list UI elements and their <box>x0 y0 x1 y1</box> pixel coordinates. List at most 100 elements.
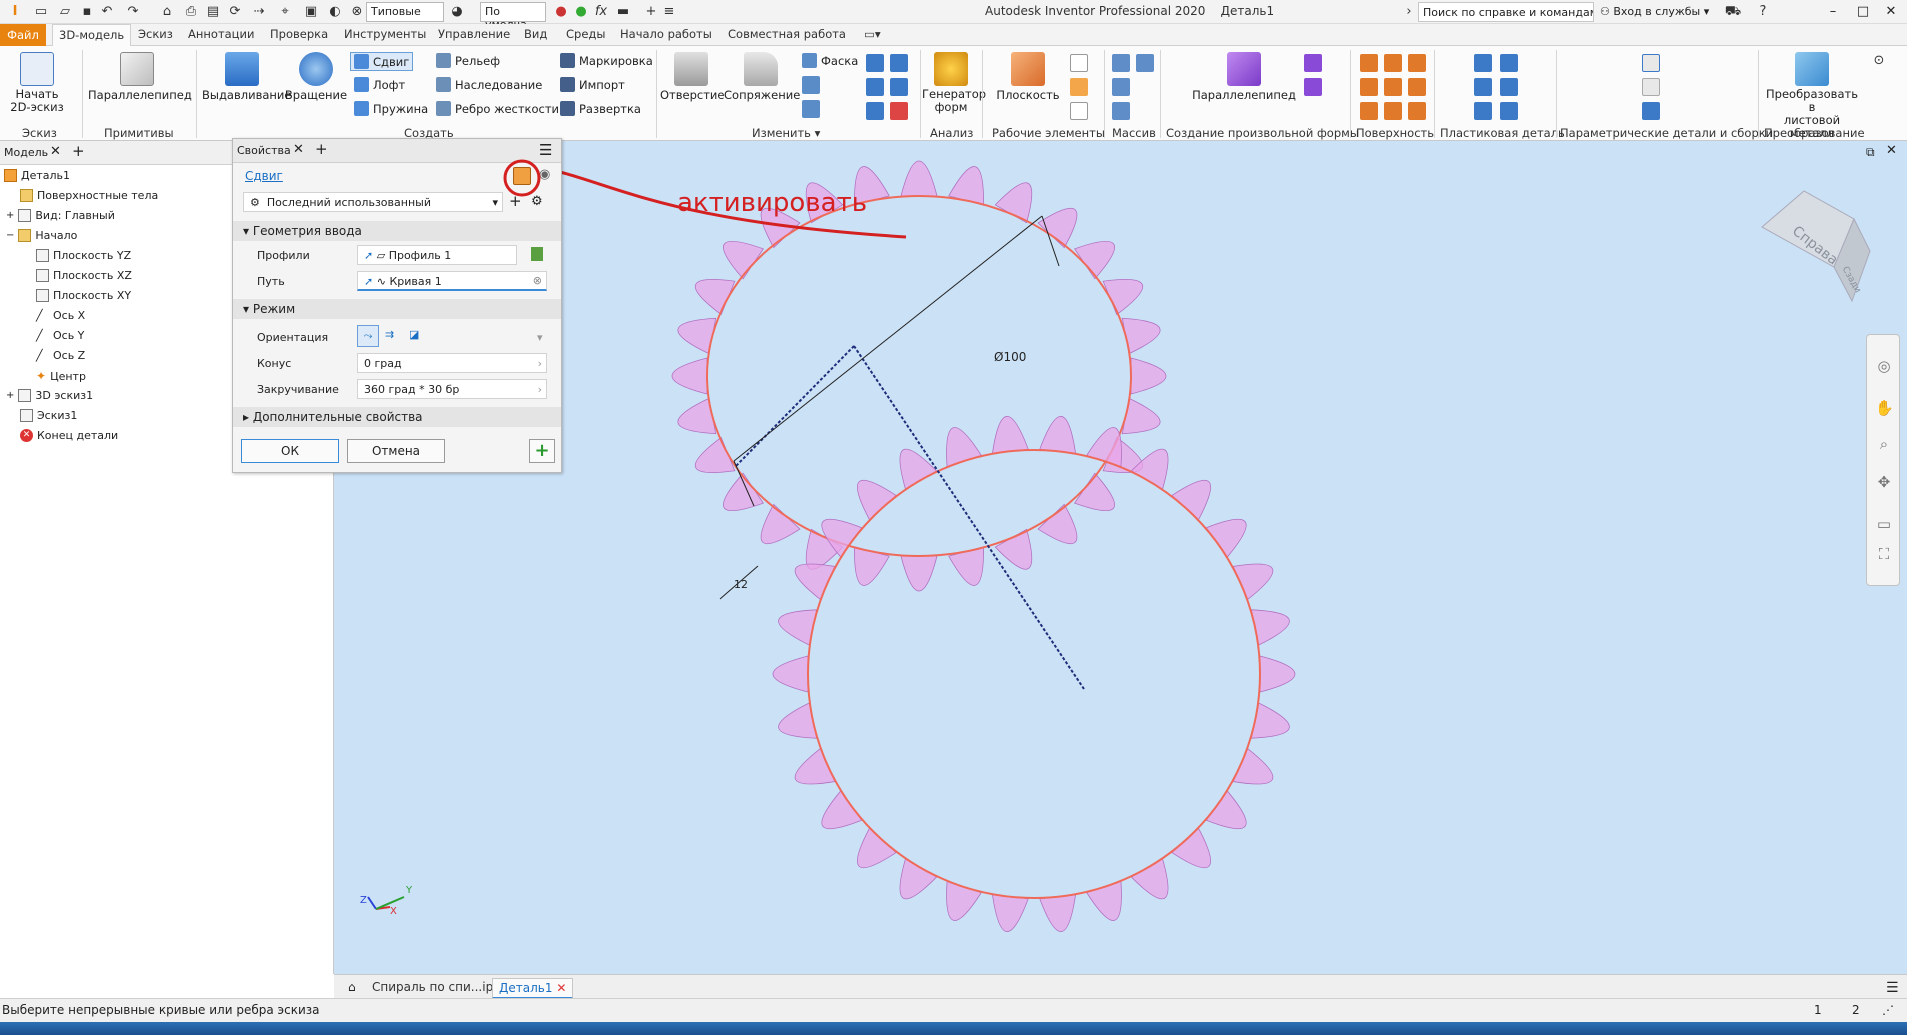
apply-plus-button[interactable]: + <box>529 439 555 463</box>
cart-icon[interactable]: ⛟ <box>1724 3 1742 21</box>
tab-model[interactable]: Модель <box>4 146 48 159</box>
tree-item-origin[interactable]: − Начало <box>6 229 77 242</box>
appearance-icon[interactable]: ◐ <box>326 3 344 21</box>
update-icon[interactable]: ⟳ <box>226 3 244 21</box>
sculpt-icon[interactable] <box>1384 54 1402 72</box>
ribbon-options-icon[interactable]: ▭▾ <box>864 27 881 41</box>
trim-icon[interactable] <box>1360 78 1378 96</box>
save-icon[interactable]: ▪ <box>78 3 96 21</box>
adjust-icon[interactable]: ● <box>552 3 570 21</box>
doc-tab-spiral[interactable]: Спираль по спи...ipt <box>366 978 504 996</box>
guide-orientation-icon[interactable]: ◪ <box>409 328 419 341</box>
fx-icon[interactable]: fx <box>592 3 610 21</box>
shell-icon[interactable] <box>802 76 820 94</box>
redo-icon[interactable]: ↷ <box>124 3 142 21</box>
boss-icon[interactable] <box>1500 54 1518 72</box>
close-viewport-icon[interactable]: ✕ <box>1886 143 1897 158</box>
rest-icon[interactable] <box>1474 78 1492 96</box>
boundary-patch-icon[interactable] <box>1360 102 1378 120</box>
thicken-icon[interactable] <box>866 102 884 120</box>
select-icon[interactable]: ⇢ <box>250 3 268 21</box>
settings-gear-icon[interactable]: ⚙ <box>531 194 543 209</box>
clear-icon[interactable]: ● <box>572 3 590 21</box>
start-2d-sketch-button[interactable]: Начать 2D-эскиз <box>10 52 64 114</box>
stitch-icon[interactable] <box>1360 54 1378 72</box>
add-tab-icon[interactable]: + <box>315 140 328 158</box>
graphics-viewport[interactable]: Ø100 12 активировать Z X Y Справа Сзади … <box>334 141 1907 974</box>
cancel-button[interactable]: Отмена <box>347 439 445 463</box>
material-select[interactable]: Типовые <box>366 2 444 22</box>
close-icon[interactable]: ✕ <box>556 981 566 995</box>
home-icon[interactable]: ⌂ <box>342 978 362 996</box>
tree-item-part[interactable]: Деталь1 <box>4 169 70 182</box>
tab-tools[interactable]: Инструменты <box>344 27 426 41</box>
feature-name[interactable]: Сдвиг <box>245 169 283 183</box>
rule-fillet-icon[interactable] <box>1474 102 1492 120</box>
tree-item-axis-x[interactable]: ╱ Ось X <box>36 309 85 322</box>
plus-icon[interactable]: + <box>642 3 660 21</box>
customize-icon[interactable]: ≡ <box>660 3 678 21</box>
tree-item-sketch[interactable]: Эскиз1 <box>20 409 77 422</box>
plane-button[interactable]: Плоскость <box>990 52 1066 102</box>
signin-button[interactable]: ⚇ Вход в службы ▾ <box>1600 5 1709 18</box>
view-cube[interactable]: Справа Сзади <box>1761 190 1871 303</box>
tab-menu-icon[interactable]: ☰ <box>1880 978 1905 998</box>
new-icon[interactable]: ▭ <box>32 3 50 21</box>
snap-fit-icon[interactable] <box>1500 78 1518 96</box>
measure-icon[interactable]: ▣ <box>302 3 320 21</box>
coil-button[interactable]: Пружина <box>354 101 428 116</box>
ok-button[interactable]: ОК <box>241 439 339 463</box>
split-icon[interactable] <box>890 54 908 72</box>
tab-file[interactable]: Файл <box>0 24 46 46</box>
search-input[interactable]: Поиск по справке и командам... <box>1418 2 1594 22</box>
home-icon[interactable]: ⌂ <box>158 3 176 21</box>
doc-tab-part[interactable]: Деталь1 ✕ <box>492 978 574 999</box>
patch-icon[interactable] <box>1408 54 1426 72</box>
tree-item-surface-bodies[interactable]: Поверхностные тела <box>20 189 158 202</box>
section-advanced[interactable]: ▸ Дополнительные свойства <box>233 407 561 427</box>
shape-generator-button[interactable]: Генератор форм <box>922 52 986 114</box>
create-ipart-icon[interactable] <box>1642 54 1660 72</box>
import-button[interactable]: Импорт <box>560 77 625 92</box>
color-wheel-icon[interactable]: ◕ <box>448 3 466 21</box>
extend-icon[interactable] <box>1408 78 1426 96</box>
chamfer-button[interactable]: Фаска <box>802 53 858 68</box>
clear-icon[interactable]: ⊗ <box>533 274 542 287</box>
ruler-icon[interactable]: ▬ <box>614 3 632 21</box>
inventor-logo-icon[interactable]: I <box>6 3 24 21</box>
profile-select-icon[interactable] <box>531 247 543 261</box>
appearance-select[interactable]: По умолча <box>480 2 546 31</box>
expand-icon[interactable]: + <box>6 210 14 221</box>
clear-override-icon[interactable]: ⊗ <box>348 3 366 21</box>
fillet-button[interactable]: Сопряжение <box>724 52 800 102</box>
tree-item-end-of-part[interactable]: ✕ Конец детали <box>20 429 118 442</box>
path-field[interactable]: ➚ ∿ Кривая 1 ⊗ <box>357 271 547 291</box>
revolve-button[interactable]: Вращение <box>284 52 348 102</box>
tab-annotate[interactable]: Аннотации <box>188 27 254 41</box>
unwrap-button[interactable]: Развертка <box>560 101 641 116</box>
tree-item-plane-xy[interactable]: Плоскость XY <box>36 289 131 302</box>
tab-get-started[interactable]: Начало работы <box>620 27 712 41</box>
convert-freeform-icon[interactable] <box>1304 54 1322 72</box>
tree-item-plane-xz[interactable]: Плоскость XZ <box>36 269 132 282</box>
replace-face-icon[interactable] <box>1384 102 1402 120</box>
mirror-icon[interactable] <box>1136 54 1154 72</box>
zoom-icon[interactable]: ⌕ <box>1875 435 1893 453</box>
emboss-button[interactable]: Рельеф <box>436 53 500 68</box>
tree-item-axis-y[interactable]: ╱ Ось Y <box>36 329 84 342</box>
tab-sketch[interactable]: Эскиз <box>138 27 173 41</box>
tab-collaborate[interactable]: Совместная работа <box>728 27 846 41</box>
tab-inspect[interactable]: Проверка <box>270 27 328 41</box>
preset-select[interactable]: ⚙ Последний использованный ▾ <box>243 192 503 212</box>
length-dimension[interactable]: 12 <box>734 578 748 591</box>
print-icon[interactable]: ⎙ <box>182 3 200 21</box>
ribbon-collapse-icon[interactable]: ⊙ <box>1870 52 1888 70</box>
combine-icon[interactable] <box>866 78 884 96</box>
tree-item-view[interactable]: + Вид: Главный <box>6 209 115 222</box>
circular-pattern-icon[interactable] <box>1112 78 1130 96</box>
minimize-button[interactable]: – <box>1820 2 1846 22</box>
maximize-button[interactable]: □ <box>1850 2 1876 22</box>
move-face-icon[interactable] <box>890 78 908 96</box>
path-orientation-icon[interactable]: ⤳ <box>357 325 379 347</box>
parallel-orientation-icon[interactable]: ⇉ <box>385 328 394 341</box>
